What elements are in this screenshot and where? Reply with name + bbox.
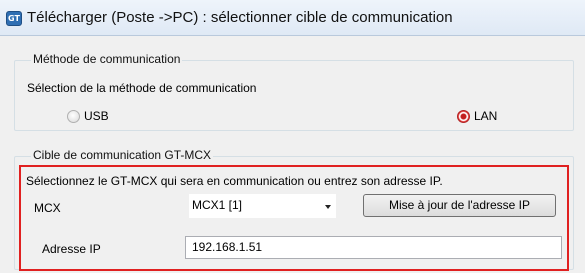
gt-app-icon: GT bbox=[6, 11, 22, 26]
instruction-text: Sélectionnez le GT-MCX qui sera en commu… bbox=[26, 174, 443, 188]
communication-target-legend: Cible de communication GT-MCX bbox=[31, 148, 214, 162]
window-title: Télécharger (Poste ->PC) : sélectionner … bbox=[27, 9, 453, 26]
dialog-body: Méthode de communication Sélection de la… bbox=[0, 36, 585, 273]
usb-radio-label[interactable]: USB bbox=[84, 109, 109, 123]
ip-address-value: 192.168.1.51 bbox=[192, 240, 263, 254]
title-bar: GT Télécharger (Poste ->PC) : sélectionn… bbox=[0, 0, 585, 36]
chevron-down-icon[interactable] bbox=[325, 205, 331, 209]
update-ip-button[interactable]: Mise à jour de l'adresse IP bbox=[363, 194, 556, 217]
communication-method-legend: Méthode de communication bbox=[31, 52, 183, 66]
ip-address-label: Adresse IP bbox=[42, 242, 101, 256]
ip-address-field[interactable]: 192.168.1.51 bbox=[185, 236, 562, 259]
mcx-select-value: MCX1 [1] bbox=[192, 198, 243, 212]
lan-radio-label[interactable]: LAN bbox=[474, 109, 497, 123]
mcx-select[interactable]: MCX1 [1] bbox=[189, 194, 336, 218]
lan-radio[interactable] bbox=[457, 110, 470, 123]
method-selection-label: Sélection de la méthode de communication bbox=[27, 81, 257, 95]
mcx-label: MCX bbox=[34, 201, 61, 215]
usb-radio[interactable] bbox=[67, 110, 80, 123]
